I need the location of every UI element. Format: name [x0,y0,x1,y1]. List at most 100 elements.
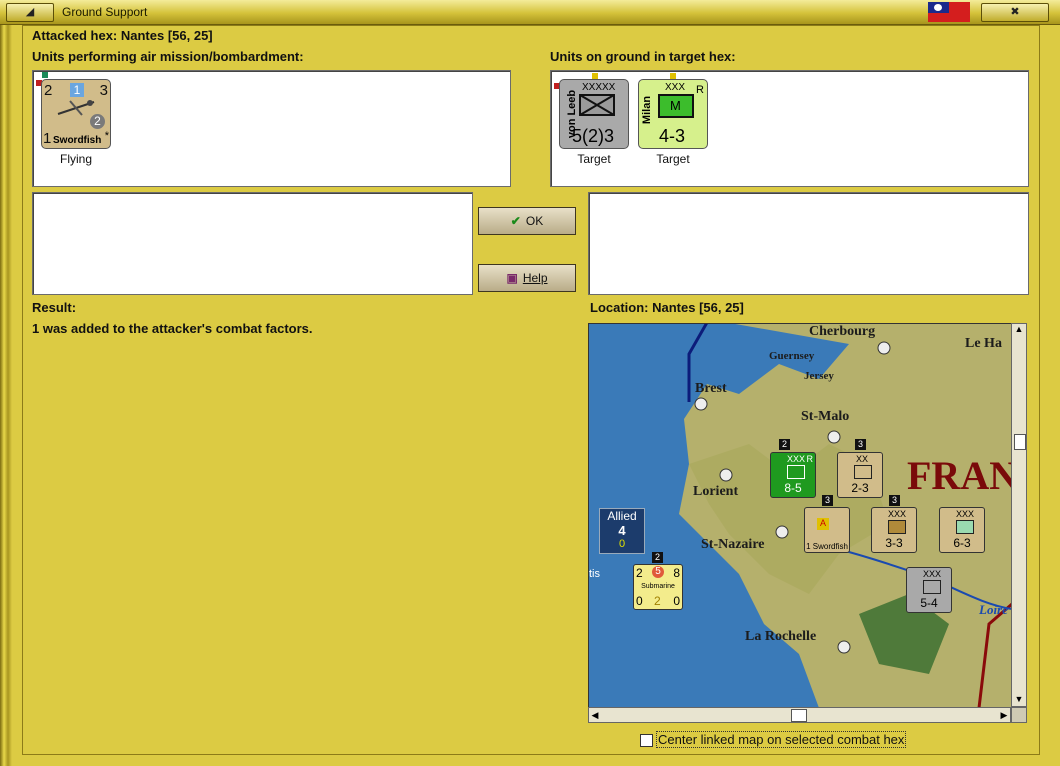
ok-button[interactable]: ✔ OK [478,207,576,235]
center-map-checkbox[interactable] [640,734,653,747]
map-counter-inf-bde[interactable]: XX 2-3 [837,452,883,498]
map-counter-vii-mot[interactable]: XXX R 8-5 [770,452,816,498]
infantry-symbol-icon [579,94,615,116]
counter-size: XXXXX [582,82,616,93]
scroll-up-icon[interactable]: ▲ [1013,324,1025,336]
map-label-brest: Brest [695,381,727,396]
allied-label: Allied [607,509,637,523]
target-caption-1: Target [577,152,611,166]
map-counter-size: XXX [787,454,806,464]
counter-air-defense: 3 [99,82,108,99]
map-counter-glasgow[interactable]: XXX 3-3 [871,507,917,553]
map-counter-swordfish[interactable]: A 1 Swordfish [804,507,850,553]
close-button[interactable]: ✖ [981,3,1049,22]
location-label: Location: Nantes [56, 25] [590,300,744,315]
hscroll-thumb[interactable] [791,709,807,722]
infantry-symbol-icon [787,465,805,479]
title-bar: ◢ Ground Support ✖ [0,0,1060,25]
infantry-symbol-icon [854,465,872,479]
map-counter-submarine[interactable]: 2 5 8 Submarine 0 2 0 [633,564,683,610]
help-button[interactable]: ▣ Help [478,264,576,292]
nation-flag-icon [928,2,970,22]
counter-unit-name: Milan [641,95,654,125]
target-counter-milan[interactable]: XXX R M Milan 4-3 [638,79,708,149]
attacker-detail-box [32,192,473,295]
map-counter-value: 6-3 [953,536,971,550]
help-label: Help [522,271,548,285]
map-label-france: FRAN [907,453,1013,498]
map-label-jersey: Jersey [804,370,834,382]
map-counter-size: XXX [923,569,942,579]
plane-icon [57,100,95,116]
counter-strength: 4-3 [659,126,686,146]
center-map-checkbox-label[interactable]: Center linked map on selected combat hex [656,731,907,748]
attack-marker-icon: A [817,518,829,530]
map-counter-value: Submarine [641,583,675,590]
attacker-counter[interactable]: 2 3 1 2 1 Swordfish * [41,79,111,149]
targets-list[interactable]: XXXXX von Leeb 5(2)3 Target XXX R M Mila… [550,70,1029,187]
sub-bm: 2 [654,594,661,608]
map-counter-size: XXX [888,509,907,519]
system-menu-button[interactable]: ◢ [6,3,54,22]
map-label-cherbourg: Cherbourg [809,324,876,339]
map-label-st-nazaire: St-Nazaire [701,537,765,552]
scroll-down-icon[interactable]: ▼ [1013,694,1025,706]
target-counter-von-leeb[interactable]: XXXXX von Leeb 5(2)3 [559,79,629,149]
ok-label: OK [525,214,544,228]
attackers-label: Units performing air mission/bombardment… [32,49,304,64]
counter-strength: 5(2)3 [572,126,615,146]
map-label-la-rochelle: La Rochelle [745,629,817,644]
counter-air-attack: 2 [44,82,53,99]
map-counter-value: 3-3 [885,536,903,550]
stack-count-badge: 3 [855,439,866,450]
stack-count-badge: 2 [652,552,663,563]
mountain-symbol-icon [888,520,906,534]
map-counter-size: XXX [956,509,975,519]
map-counter-value: 8-5 [784,481,802,495]
attacked-hex-label: Attacked hex: Nantes [56, 25] [32,28,213,43]
map-horizontal-scrollbar[interactable]: ◀ ▶ [588,707,1011,723]
help-book-icon: ▣ [506,271,518,285]
map-label-st-malo: St-Malo [801,409,850,424]
stack-count-badge: 3 [889,495,900,506]
sub-bl: 0 [636,594,643,608]
map-counter-value: 5-4 [920,596,938,610]
marine-symbol-icon [956,520,974,534]
attackers-list[interactable]: 2 3 1 2 1 Swordfish * Flying [32,70,511,187]
linked-map[interactable]: Cherbourg Le Ha Guernsey Jersey Brest St… [588,323,1013,709]
target-caption-2: Target [656,152,690,166]
map-counter-flag: R [806,454,814,464]
scroll-corner [1011,707,1027,723]
counter-size: XXX [665,82,686,93]
targets-label: Units on ground in target hex: [550,49,736,64]
counter-unit-name: Swordfish [53,135,102,146]
map-label-guernsey: Guernsey [769,350,815,362]
vscroll-thumb[interactable] [1014,434,1026,450]
map-vertical-scrollbar[interactable]: ▲ ▼ [1011,323,1027,707]
counter-bottom-value: 1 [43,130,52,147]
map-label-loire: Loire [979,602,1008,617]
infantry-symbol-icon [923,580,941,594]
map-counter-alpine[interactable]: XXX 5-4 [906,567,952,613]
map-label-le-havre: Le Ha [965,336,1002,351]
counter-range-badge: 2 [90,114,105,129]
counter-mark: * [104,130,109,142]
allied-sub: 0 [618,538,626,550]
result-text: 1 was added to the attacker's combat fac… [32,321,313,336]
counter-flag: R [696,84,704,96]
sub-mid: 5 [652,566,664,578]
map-edge-text: tis [589,568,600,580]
window-title: Ground Support [62,5,148,19]
allied-stack-box[interactable]: Allied 4 0 [599,508,645,554]
map-counter-size: XX [856,454,869,464]
map-counter-royal-mar[interactable]: XXX 6-3 [939,507,985,553]
sub-tr: 8 [673,566,680,580]
counter-type-letter: M [670,98,681,113]
scroll-right-icon[interactable]: ▶ [998,708,1010,722]
scroll-left-icon[interactable]: ◀ [589,708,601,722]
sub-tl: 2 [636,566,643,580]
allied-value: 4 [618,523,626,538]
status-marker-icon [42,72,48,78]
result-label: Result: [32,300,77,315]
sub-br: 0 [673,594,680,608]
